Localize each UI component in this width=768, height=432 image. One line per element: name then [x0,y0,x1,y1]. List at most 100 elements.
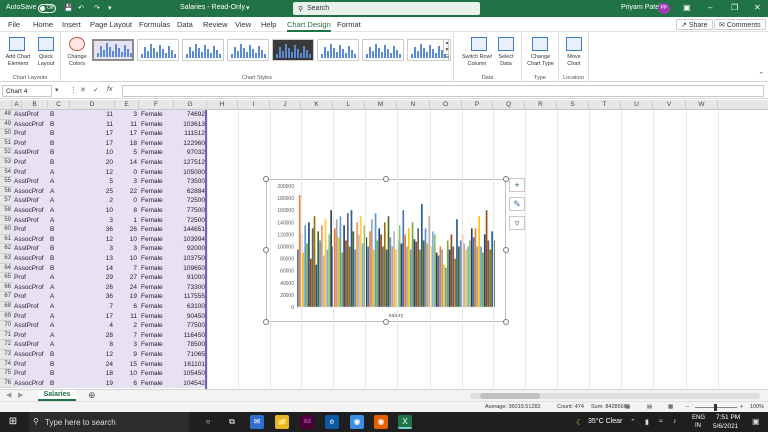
column-header-r[interactable]: R [525,100,557,110]
column-header-l[interactable]: L [333,100,365,110]
chart-bar[interactable] [454,258,456,307]
cell-e[interactable]: Female [139,263,174,274]
fx-icon[interactable]: fx [107,86,112,93]
cell-f[interactable]: 73300 [174,282,207,293]
cell-d[interactable]: 26 [115,225,139,235]
page-break-view-icon[interactable]: ▩ [668,404,673,410]
windows-start-icon[interactable]: ⊞ [6,415,20,429]
redo-icon[interactable]: ↷ [94,4,100,12]
chart-bar[interactable] [339,216,342,307]
chart-bar[interactable] [374,213,377,307]
resize-handle-r[interactable] [503,247,509,253]
cell-c[interactable]: 17 [70,138,115,149]
weather-text[interactable]: 35°C Clear [588,418,622,425]
chart-bar[interactable] [393,231,395,307]
cell-c[interactable]: 12 [70,234,115,245]
chart-bar[interactable] [354,249,357,307]
chart-bar[interactable] [443,264,445,307]
row-header[interactable]: 69 [0,311,12,322]
cell-c[interactable]: 28 [70,330,115,341]
cell-c[interactable]: 14 [70,263,115,274]
chart-bar[interactable] [306,243,308,307]
zoom-out-icon[interactable]: – [686,404,689,410]
cell-c[interactable]: 17 [70,311,115,322]
column-header-u[interactable]: U [621,100,653,110]
cell-c[interactable]: 2 [70,196,115,206]
chart-bar[interactable] [413,239,416,307]
chart-bar[interactable] [356,222,358,307]
minimize-icon[interactable]: – [708,3,712,12]
cell-d[interactable]: 18 [115,138,139,149]
cell-e[interactable]: Female [139,350,174,360]
chart-bar[interactable] [302,252,305,307]
close-icon[interactable]: ✕ [754,3,761,12]
cell-f[interactable]: 78500 [174,340,207,350]
column-header-t[interactable]: T [589,100,621,110]
tab-data[interactable]: Data [177,20,193,29]
cell-d[interactable]: 2 [115,321,139,331]
chart-style-7[interactable] [362,39,404,61]
cancel-icon[interactable]: ✕ [80,86,86,94]
chrome-icon[interactable]: ◉ [350,415,364,429]
palette-icon[interactable] [69,37,85,51]
cell-c[interactable]: 11 [70,119,115,130]
notifications-icon[interactable]: ▣ [752,417,760,426]
cell-f[interactable]: 62884 [174,186,207,197]
chart-bar[interactable] [319,240,321,307]
chart-bar[interactable] [456,219,458,307]
row-header[interactable]: 63 [0,254,12,264]
chart-bar[interactable] [419,249,421,307]
chart-bar[interactable] [404,234,406,307]
tab-file[interactable]: File [8,20,20,29]
column-header-i[interactable]: I [238,100,270,110]
cell-f[interactable]: 97032 [174,148,207,158]
cell-e[interactable]: Female [139,359,174,370]
chart-bar[interactable] [400,243,403,307]
row-header[interactable]: 50 [0,129,12,139]
chart-bar[interactable] [485,210,488,307]
row-header[interactable]: 59 [0,215,12,226]
cell-c[interactable]: 36 [70,292,115,302]
chart-bar[interactable] [369,231,371,307]
cell-a[interactable]: Prof [12,359,48,370]
cell-c[interactable]: 19 [70,378,115,389]
cell-e[interactable]: Female [139,119,174,130]
cell-d[interactable]: 6 [115,302,139,312]
cell-e[interactable]: Female [139,302,174,312]
chart-bar[interactable] [391,246,394,308]
row-header[interactable]: 72 [0,340,12,350]
cell-f[interactable]: 91000 [174,273,207,283]
chart-bar[interactable] [328,234,331,307]
chart-bar[interactable] [402,210,405,307]
chart-bar[interactable] [437,255,440,307]
chart-bar[interactable] [439,246,442,308]
cell-b[interactable]: B [48,234,70,245]
row-header[interactable]: 56 [0,186,12,197]
column-header-o[interactable]: O [430,100,462,110]
chart-bar[interactable] [472,237,475,307]
cell-a[interactable]: AssocProf [12,254,48,264]
restore-icon[interactable]: ❐ [731,3,738,12]
column-header-h[interactable]: H [207,100,238,110]
cell-b[interactable]: B [48,158,70,168]
cell-e[interactable]: Female [139,110,174,120]
tab-formulas[interactable]: Formulas [139,20,170,29]
chart-bar[interactable] [474,228,477,307]
clock-date[interactable]: 5/6/2021 [713,423,738,430]
chart-bar[interactable] [487,240,490,307]
chart-bar[interactable] [324,219,327,307]
excel-taskbar-icon[interactable]: X [398,415,412,429]
column-header-f[interactable]: F [139,100,174,110]
clock-time[interactable]: 7:51 PM [716,414,740,421]
cell-a[interactable]: Prof [12,158,48,168]
chart-bar[interactable] [452,246,455,308]
horizontal-scrollbar[interactable] [470,393,760,399]
column-header-b[interactable]: B [22,100,48,110]
cell-b[interactable]: B [48,263,70,274]
row-header[interactable]: 70 [0,321,12,331]
cell-e[interactable]: Female [139,369,174,379]
chart-bar[interactable] [315,264,318,307]
cell-d[interactable]: 19 [115,292,139,302]
cell-b[interactable]: A [48,177,70,187]
chart-bar[interactable] [313,216,316,307]
